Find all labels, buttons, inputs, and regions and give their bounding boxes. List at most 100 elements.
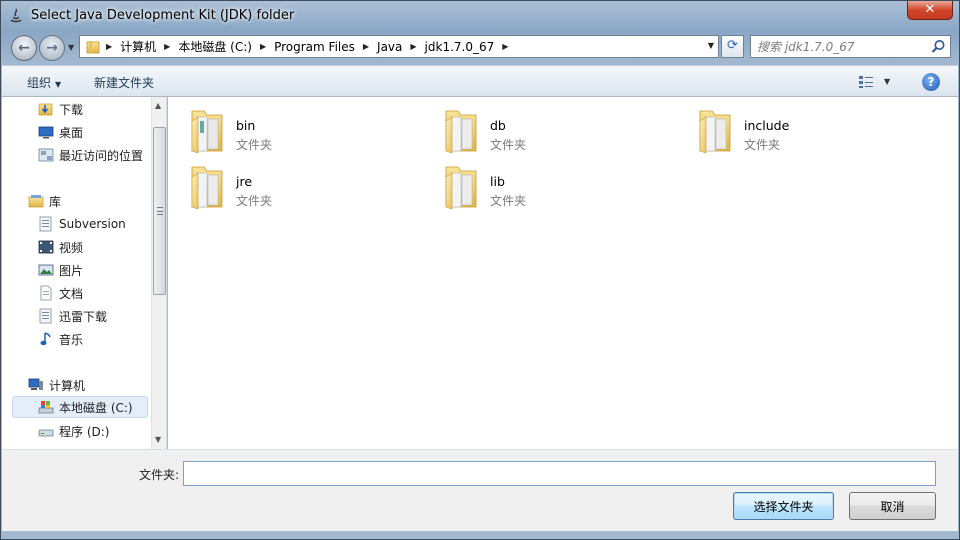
- folder-item-text: include 文件夹: [744, 103, 789, 155]
- chevron-down-icon: ▼: [55, 80, 62, 89]
- download-folder-icon: [38, 103, 53, 116]
- nav-item-label: 视频: [59, 240, 84, 255]
- view-options-icon[interactable]: [858, 75, 874, 89]
- nav-item-downloads[interactable]: 下载: [38, 98, 83, 120]
- breadcrumb: ▶ 计算机 ▶ 本地磁盘 (C:) ▶ Program Files ▶ Java…: [106, 38, 516, 55]
- folder-item-text: jre 文件夹: [236, 159, 272, 211]
- nav-item-label: 迅雷下载: [59, 309, 108, 324]
- nav-item-music[interactable]: 音乐: [38, 328, 83, 350]
- search-input[interactable]: [757, 38, 927, 55]
- cancel-button[interactable]: 取消: [849, 492, 936, 520]
- close-button[interactable]: ✕: [907, 1, 953, 20]
- refresh-button[interactable]: ⟳: [721, 35, 744, 58]
- back-arrow-icon: ←: [18, 40, 30, 56]
- nav-item-label: 文档: [59, 286, 84, 301]
- nav-item-xunlei-downloads[interactable]: 迅雷下载: [38, 305, 107, 327]
- breadcrumb-chevron-icon[interactable]: ▶: [164, 42, 170, 51]
- window-title: Select Java Development Kit (JDK) folder: [31, 8, 295, 23]
- organize-button[interactable]: 组织 ▼: [27, 74, 61, 91]
- nav-item-label: 最近访问的位置: [59, 148, 144, 163]
- nav-item-subversion[interactable]: Subversion: [38, 213, 126, 235]
- select-folder-button[interactable]: 选择文件夹: [733, 492, 834, 520]
- breadcrumb-chevron-icon[interactable]: ▶: [106, 42, 112, 51]
- breadcrumb-item-program-files[interactable]: Program Files: [274, 40, 355, 54]
- nav-item-drive-c[interactable]: 本地磁盘 (C:): [12, 396, 148, 418]
- dialog-footer: 文件夹: 选择文件夹 取消: [2, 449, 958, 531]
- title-bar[interactable]: Select Java Development Kit (JDK) folder…: [1, 1, 959, 31]
- folder-item-jre[interactable]: jre 文件夹: [188, 159, 428, 211]
- nav-item-computer[interactable]: 计算机: [28, 374, 85, 396]
- nav-item-videos[interactable]: 视频: [38, 236, 83, 258]
- folder-icon: [445, 110, 477, 154]
- address-history-dropdown-icon[interactable]: ▼: [708, 41, 714, 50]
- nav-item-label: 程序 (D:): [59, 424, 110, 439]
- recent-locations-dropdown[interactable]: ▼: [68, 43, 74, 52]
- nav-item-pictures[interactable]: 图片: [38, 259, 83, 281]
- nav-item-libraries[interactable]: 库: [28, 190, 61, 212]
- navigation-pane: 下载 桌面 最近访问的位置 库 Subversion 视频 图片 文档 迅雷下载…: [2, 97, 167, 449]
- file-list: bin 文件夹 db 文件夹 include 文件夹 jre 文件夹 lib 文…: [168, 97, 958, 449]
- library-icon: [39, 308, 52, 324]
- search-box[interactable]: [750, 35, 951, 58]
- breadcrumb-chevron-icon[interactable]: ▶: [363, 42, 369, 51]
- breadcrumb-chevron-icon[interactable]: ▶: [502, 42, 508, 51]
- folder-field-label: 文件夹:: [139, 468, 180, 482]
- folder-item-include[interactable]: include 文件夹: [696, 103, 936, 155]
- folder-type: 文件夹: [490, 194, 527, 208]
- folder-name: include: [744, 118, 790, 133]
- document-icon: [40, 285, 52, 301]
- folder-name-input[interactable]: [183, 461, 936, 486]
- nav-item-desktop[interactable]: 桌面: [38, 121, 83, 143]
- help-icon[interactable]: ?: [922, 73, 940, 91]
- folder-name: jre: [236, 174, 253, 189]
- nav-item-label: 本地磁盘 (C:): [59, 400, 133, 415]
- folder-type: 文件夹: [744, 138, 781, 152]
- scroll-down-arrow-icon[interactable]: ▼: [155, 435, 161, 444]
- scroll-up-arrow-icon[interactable]: ▲: [155, 101, 161, 110]
- grip-icon: [157, 207, 163, 215]
- folder-item-lib[interactable]: lib 文件夹: [442, 159, 682, 211]
- breadcrumb-item-jdk[interactable]: jdk1.7.0_67: [425, 40, 495, 54]
- search-icon[interactable]: [931, 39, 946, 54]
- nav-item-documents[interactable]: 文档: [38, 282, 83, 304]
- java-icon: [10, 8, 22, 23]
- address-bar[interactable]: ▶ 计算机 ▶ 本地磁盘 (C:) ▶ Program Files ▶ Java…: [79, 35, 719, 58]
- folder-icon: [86, 40, 100, 53]
- folder-name: bin: [236, 118, 256, 133]
- folder-item-bin[interactable]: bin 文件夹: [188, 103, 428, 155]
- folder-item-text: db 文件夹: [490, 103, 526, 155]
- nav-item-label: 图片: [59, 263, 84, 278]
- breadcrumb-chevron-icon[interactable]: ▶: [410, 42, 416, 51]
- folder-name: lib: [490, 174, 505, 189]
- computer-icon: [28, 378, 43, 390]
- system-drive-icon: [38, 401, 54, 414]
- folder-item-db[interactable]: db 文件夹: [442, 103, 682, 155]
- nav-item-recent-places[interactable]: 最近访问的位置: [38, 144, 143, 166]
- breadcrumb-item-computer[interactable]: 计算机: [120, 38, 156, 55]
- nav-scrollbar[interactable]: ▲ ▼: [151, 97, 166, 449]
- breadcrumb-chevron-icon[interactable]: ▶: [260, 42, 266, 51]
- view-dropdown-icon[interactable]: ▼: [884, 77, 890, 86]
- nav-item-label: 下载: [59, 102, 84, 117]
- folder-item-text: bin 文件夹: [236, 103, 272, 155]
- scrollbar-thumb[interactable]: [153, 127, 166, 295]
- libraries-icon: [28, 195, 44, 208]
- desktop-icon: [38, 126, 54, 139]
- forward-button[interactable]: →: [39, 35, 65, 61]
- video-icon: [38, 240, 54, 254]
- folder-item-text: lib 文件夹: [490, 159, 526, 211]
- breadcrumb-item-java[interactable]: Java: [377, 40, 402, 54]
- nav-item-label: Subversion: [59, 217, 126, 231]
- folder-icon: [191, 110, 223, 154]
- breadcrumb-item-drive-c[interactable]: 本地磁盘 (C:): [178, 38, 252, 55]
- new-folder-button[interactable]: 新建文件夹: [94, 74, 154, 91]
- back-button[interactable]: ←: [11, 35, 37, 61]
- library-icon: [39, 216, 52, 232]
- close-icon: ✕: [924, 2, 936, 17]
- refresh-icon: ⟳: [727, 38, 738, 53]
- recent-places-icon: [38, 148, 54, 162]
- picture-icon: [38, 264, 54, 276]
- folder-type: 文件夹: [236, 138, 273, 152]
- dialog-window: Select Java Development Kit (JDK) folder…: [0, 0, 960, 540]
- nav-item-drive-d[interactable]: 程序 (D:): [38, 420, 109, 442]
